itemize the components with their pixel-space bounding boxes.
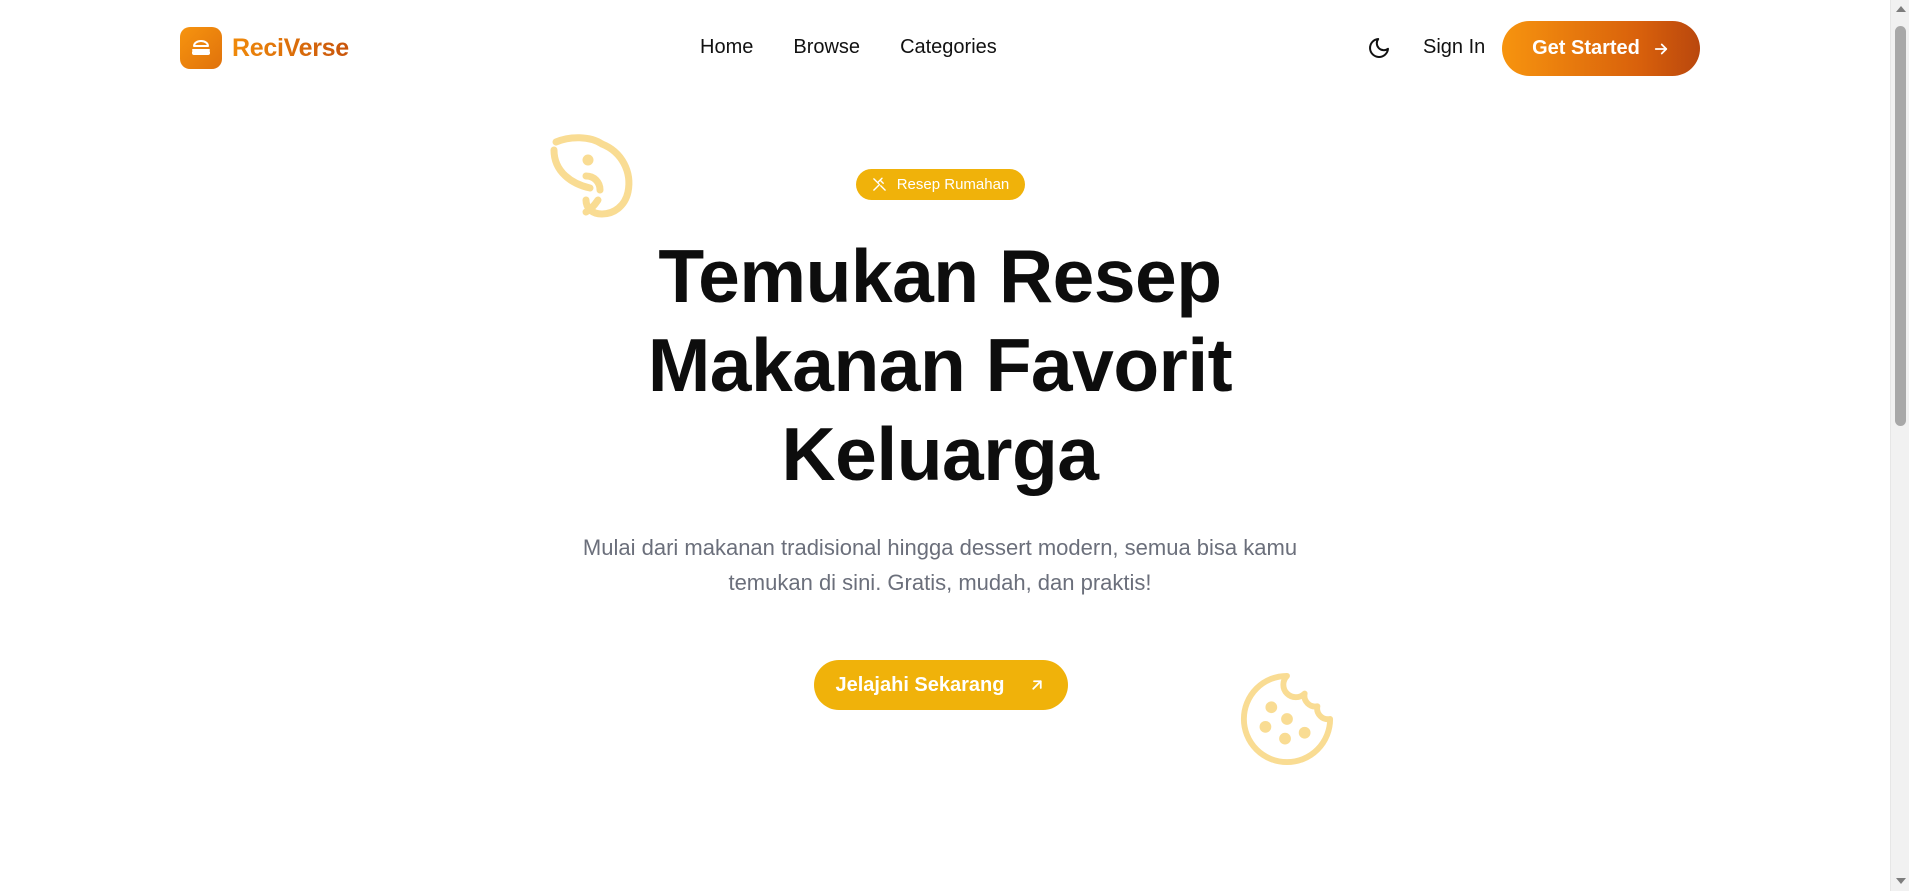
nav-link-categories[interactable]: Categories	[900, 36, 997, 59]
hero-subtitle: Mulai dari makanan tradisional hingga de…	[540, 530, 1340, 600]
get-started-label: Get Started	[1532, 37, 1640, 59]
scroll-up-arrow-icon[interactable]	[1896, 6, 1906, 12]
explore-now-label: Jelajahi Sekarang	[835, 673, 1005, 696]
arrow-right-icon	[1654, 43, 1668, 54]
shrimp-icon	[550, 134, 633, 218]
scrollbar-thumb[interactable]	[1895, 26, 1906, 426]
page-scrollbar[interactable]	[1890, 0, 1909, 891]
utensils-crossed-icon	[872, 177, 886, 191]
navbar: ReciVerse Home Browse Categories Sign In…	[0, 0, 1890, 96]
category-badge: Resep Rumahan	[856, 169, 1025, 200]
theme-toggle-button[interactable]	[1366, 35, 1392, 61]
hero-title-line: Temukan Resep	[658, 234, 1222, 318]
brand-name: ReciVerse	[232, 33, 349, 62]
badge-label: Resep Rumahan	[896, 176, 1010, 193]
moon-icon	[1369, 38, 1389, 58]
get-started-button[interactable]: Get Started	[1502, 21, 1700, 76]
arrow-up-right-icon	[1032, 680, 1043, 690]
cookie-icon	[1240, 672, 1334, 766]
nav-link-home[interactable]: Home	[700, 36, 753, 59]
sign-in-link[interactable]: Sign In	[1423, 36, 1485, 59]
hero-title-line: Keluarga	[781, 412, 1099, 496]
main-nav: Home Browse Categories	[700, 36, 997, 59]
hero-subtitle-line: temukan di sini. Gratis, mudah, dan prak…	[728, 570, 1152, 595]
nav-link-browse[interactable]: Browse	[793, 36, 860, 59]
hero-title-line: Makanan Favorit	[647, 323, 1233, 407]
scroll-down-arrow-icon[interactable]	[1896, 878, 1906, 884]
burger-icon	[180, 27, 222, 69]
hero-title: Temukan Resep Makanan Favorit Keluarga	[540, 232, 1340, 499]
brand-logo-link[interactable]: ReciVerse	[180, 27, 349, 69]
hero-subtitle-line: Mulai dari makanan tradisional hingga de…	[582, 535, 1298, 560]
explore-now-button[interactable]: Jelajahi Sekarang	[814, 660, 1068, 710]
